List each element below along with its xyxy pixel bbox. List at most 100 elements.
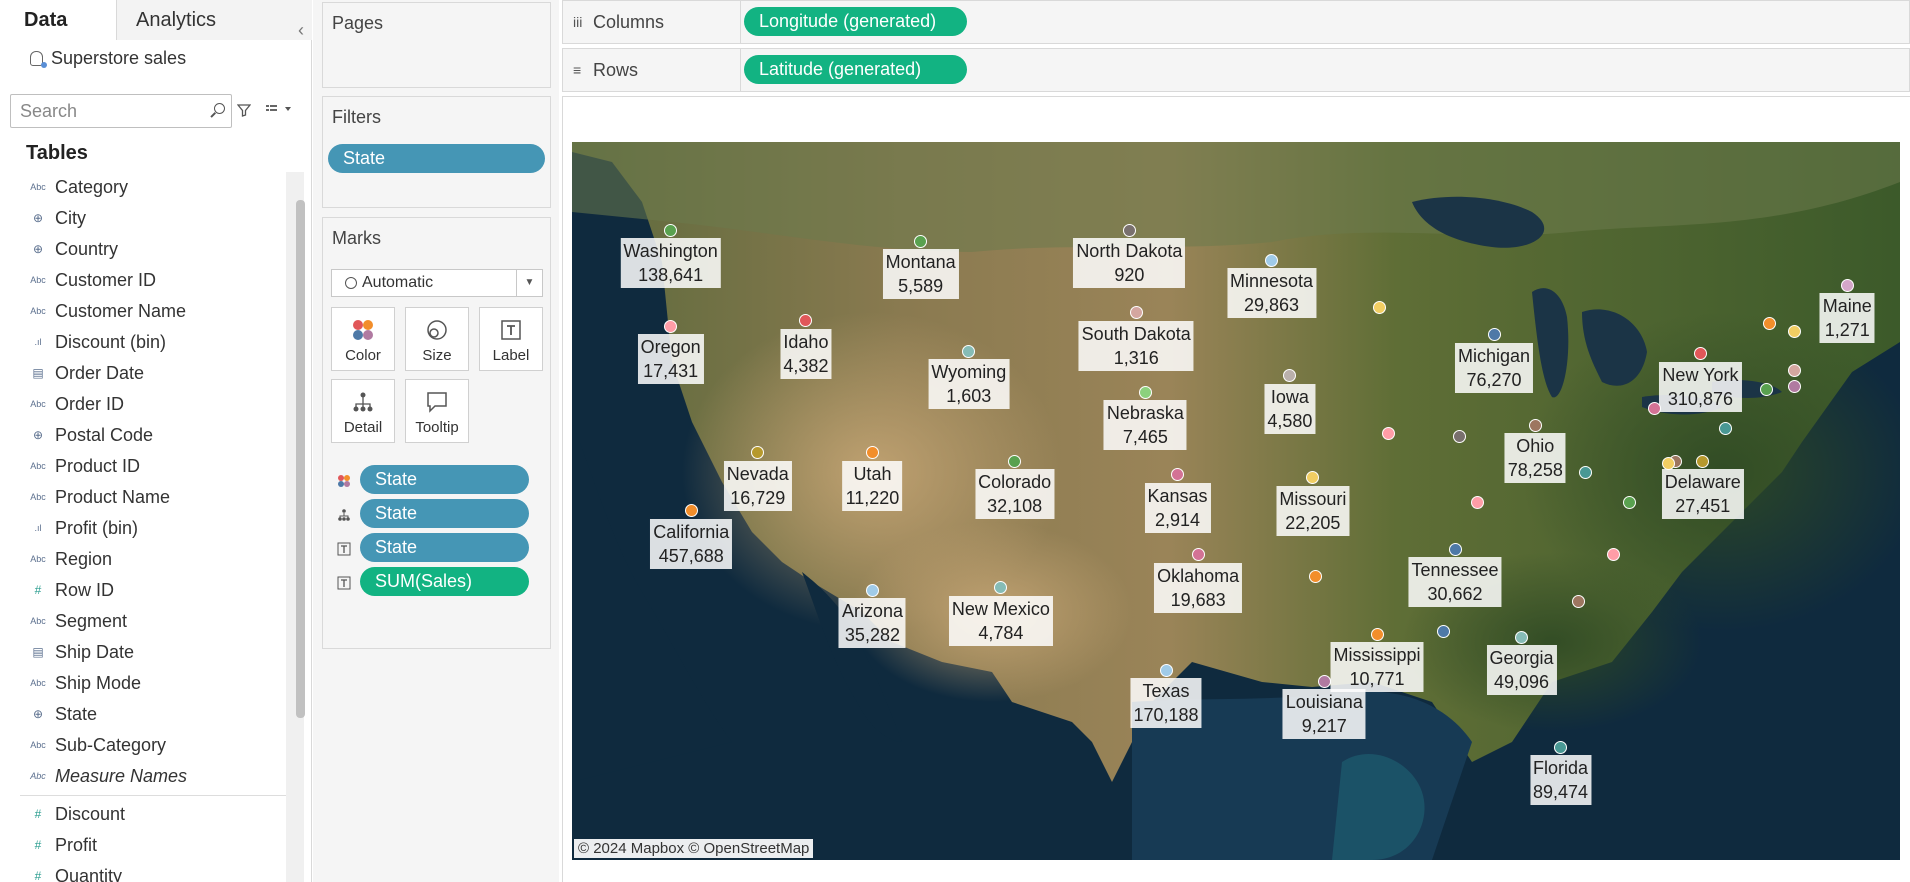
state-mark[interactable]: [962, 344, 976, 358]
filter-pill-state[interactable]: State: [328, 144, 545, 173]
tab-data[interactable]: Data: [0, 0, 117, 40]
state-label: Maine 1,271: [1819, 293, 1875, 344]
state-mark[interactable]: [914, 234, 928, 248]
state-mark[interactable]: [1138, 385, 1152, 399]
state-mark[interactable]: [684, 504, 698, 518]
state-mark[interactable]: [664, 223, 678, 237]
mark-pill-state-label[interactable]: State: [360, 533, 529, 562]
field-item[interactable]: # Row ID: [0, 575, 286, 606]
state-mark[interactable]: [1622, 495, 1636, 509]
field-item[interactable]: Abc Segment: [0, 606, 286, 637]
pane-tabs: Data Analytics ‹: [0, 0, 312, 40]
color-button[interactable]: Color: [331, 307, 395, 371]
view-options-icon[interactable]: [266, 103, 292, 118]
string-icon: Abc: [30, 616, 46, 626]
state-mark[interactable]: [1762, 317, 1776, 331]
search-field[interactable]: [10, 94, 232, 128]
field-item[interactable]: ⊕ City: [0, 203, 286, 234]
state-sales: 1,271: [1824, 320, 1870, 341]
field-item[interactable]: Abc Product Name: [0, 482, 286, 513]
state-mark[interactable]: [1487, 328, 1501, 342]
geo-role-icon: ⊕: [32, 211, 44, 225]
field-item[interactable]: Abc Region: [0, 544, 286, 575]
state-mark[interactable]: [1317, 674, 1331, 688]
state-mark[interactable]: [1719, 421, 1733, 435]
field-list-scroll-thumb[interactable]: [296, 200, 305, 718]
mark-pill-state-color[interactable]: State: [360, 465, 529, 494]
datasource[interactable]: Superstore sales: [30, 48, 186, 69]
state-label: Kansas 2,914: [1144, 482, 1211, 533]
pages-card[interactable]: Pages: [322, 2, 551, 88]
field-item[interactable]: Abc Ship Mode: [0, 668, 286, 699]
string-icon: Abc: [30, 275, 46, 285]
field-item[interactable]: .ıl Profit (bin): [0, 513, 286, 544]
field-item[interactable]: .ıl Discount (bin): [0, 327, 286, 358]
field-item[interactable]: ⊕ Postal Code: [0, 420, 286, 451]
state-mark[interactable]: [1008, 454, 1022, 468]
field-item[interactable]: ⊕ State: [0, 699, 286, 730]
filters-card[interactable]: Filters State: [322, 96, 551, 208]
state-mark[interactable]: [1191, 548, 1205, 562]
state-mark[interactable]: [1515, 630, 1529, 644]
state-mark[interactable]: [1159, 663, 1173, 677]
field-item[interactable]: Abc Measure Names: [0, 761, 286, 792]
field-item[interactable]: Abc Product ID: [0, 451, 286, 482]
detail-button[interactable]: Detail: [331, 379, 395, 443]
datasource-name: Superstore sales: [51, 48, 187, 68]
state-mark[interactable]: [664, 319, 678, 333]
columns-pill-longitude[interactable]: Longitude (generated): [744, 7, 967, 36]
state-label: Colorado 32,108: [975, 469, 1055, 520]
size-button[interactable]: Size: [405, 307, 469, 371]
state-mark[interactable]: [1606, 548, 1620, 562]
tooltip-button[interactable]: Tooltip: [405, 379, 469, 443]
field-item[interactable]: Abc Category: [0, 172, 286, 203]
state-mark[interactable]: [1840, 278, 1854, 292]
field-item[interactable]: ▤ Order Date: [0, 358, 286, 389]
field-item[interactable]: Abc Order ID: [0, 389, 286, 420]
state-sales: 7,465: [1122, 427, 1168, 448]
state-label: California 457,688: [650, 518, 733, 569]
state-name: Iowa: [1270, 386, 1309, 407]
state-mark[interactable]: [1554, 740, 1568, 754]
field-item[interactable]: Abc Sub-Category: [0, 730, 286, 761]
field-item[interactable]: # Profit: [0, 830, 286, 861]
state-mark[interactable]: [1122, 223, 1136, 237]
chevron-left-icon[interactable]: ‹: [298, 10, 304, 50]
state-mark[interactable]: [1448, 542, 1462, 556]
filter-icon[interactable]: [237, 103, 251, 117]
map-canvas[interactable]: Washington 138,641 Oregon 17,431 California 4…: [572, 142, 1900, 860]
state-mark[interactable]: [1696, 454, 1710, 468]
field-item[interactable]: # Quantity: [0, 861, 286, 882]
field-item[interactable]: # Discount: [0, 799, 286, 830]
field-item[interactable]: Abc Customer ID: [0, 265, 286, 296]
map-attribution[interactable]: © 2024 Mapbox © OpenStreetMap: [574, 839, 814, 858]
field-label: Order ID: [55, 394, 125, 414]
state-mark[interactable]: [1453, 429, 1467, 443]
state-mark[interactable]: [1372, 300, 1386, 314]
field-item[interactable]: Abc Customer Name: [0, 296, 286, 327]
state-mark[interactable]: [1308, 570, 1322, 584]
search-input[interactable]: [11, 95, 201, 127]
chevron-down-icon: ▼: [516, 270, 542, 296]
state-mark[interactable]: [865, 583, 879, 597]
field-label: Order Date: [55, 363, 145, 383]
state-sales: 5,589: [898, 276, 944, 297]
state-mark[interactable]: [1528, 418, 1542, 432]
state-mark[interactable]: [1370, 627, 1384, 641]
columns-shelf[interactable]: iii Columns Longitude (generated): [562, 0, 1910, 44]
geo-role-icon: ⊕: [32, 707, 44, 721]
label-button[interactable]: Label: [479, 307, 543, 371]
field-item[interactable]: ⊕ Country: [0, 234, 286, 265]
state-mark[interactable]: [1265, 253, 1279, 267]
field-item[interactable]: ▤ Ship Date: [0, 637, 286, 668]
tab-analytics[interactable]: Analytics ‹: [117, 0, 312, 40]
mark-pill-state-detail[interactable]: State: [360, 499, 529, 528]
mark-type-dropdown[interactable]: Automatic ▼: [331, 269, 543, 297]
state-mark[interactable]: [1129, 306, 1143, 320]
state-sales: 457,688: [658, 545, 724, 566]
state-mark[interactable]: [1579, 465, 1593, 479]
state-mark[interactable]: [1787, 363, 1801, 377]
rows-shelf[interactable]: ≡ Rows Latitude (generated): [562, 48, 1910, 92]
rows-pill-latitude[interactable]: Latitude (generated): [744, 55, 967, 84]
mark-pill-sum-sales-label[interactable]: SUM(Sales): [360, 567, 529, 596]
